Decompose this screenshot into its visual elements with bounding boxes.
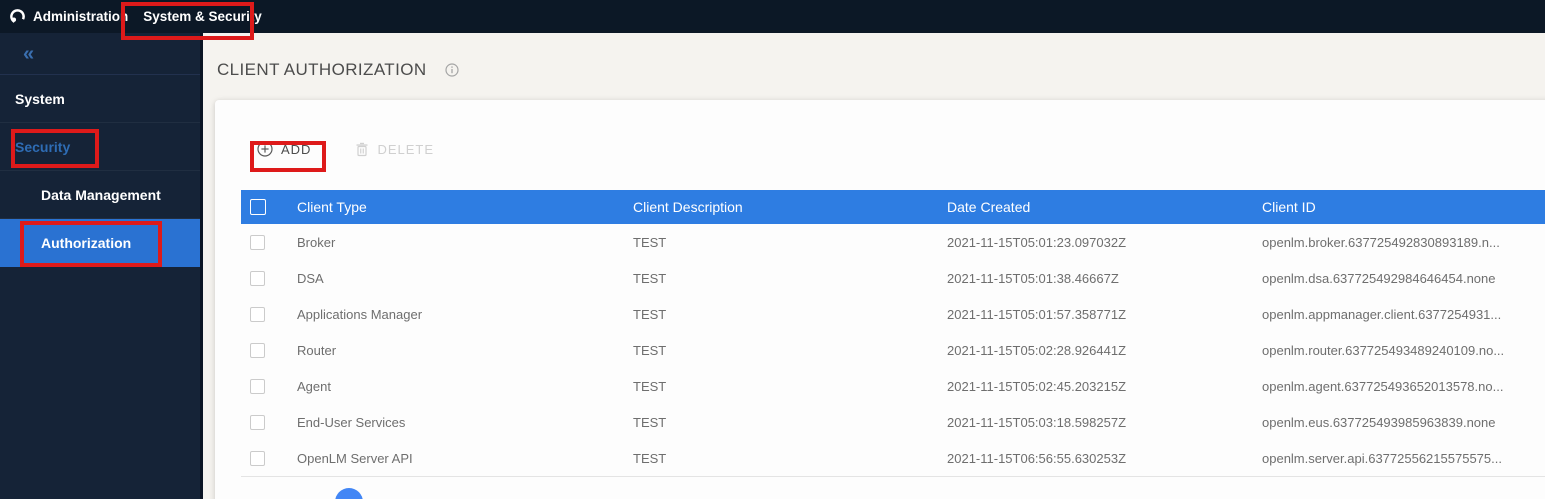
cell-client-description: TEST (633, 343, 947, 358)
cell-date-created: 2021-11-15T05:03:18.598257Z (947, 415, 1262, 430)
cell-client-type: Agent (297, 379, 633, 394)
table-header: Client Type Client Description Date Crea… (241, 190, 1545, 224)
client-table: Client Type Client Description Date Crea… (241, 190, 1545, 477)
top-bar: Administration System & Security (0, 0, 1545, 33)
table-row[interactable]: Broker TEST 2021-11-15T05:01:23.097032Z … (241, 224, 1545, 260)
cell-client-description: TEST (633, 379, 947, 394)
sidebar: « System Security Data Management Author… (0, 33, 203, 499)
column-header-date-created: Date Created (947, 199, 1262, 215)
cell-client-id: openlm.dsa.637725492984646454.none (1262, 271, 1545, 286)
delete-button[interactable]: DELETE (355, 142, 434, 157)
cell-client-type: Applications Manager (297, 307, 633, 322)
row-checkbox[interactable] (250, 451, 265, 466)
cell-date-created: 2021-11-15T05:01:57.358771Z (947, 307, 1262, 322)
row-checkbox[interactable] (250, 343, 265, 358)
sidebar-item-security[interactable]: Security (0, 123, 200, 171)
column-header-client-id: Client ID (1262, 199, 1545, 215)
table-row[interactable]: OpenLM Server API TEST 2021-11-15T06:56:… (241, 440, 1545, 476)
sidebar-item-data-management[interactable]: Data Management (0, 171, 200, 219)
cell-client-description: TEST (633, 235, 947, 250)
sidebar-item-label: Security (15, 139, 70, 155)
table-row[interactable]: End-User Services TEST 2021-11-15T05:03:… (241, 404, 1545, 440)
table-row[interactable]: Applications Manager TEST 2021-11-15T05:… (241, 296, 1545, 332)
app-title[interactable]: Administration (33, 9, 128, 24)
cell-date-created: 2021-11-15T05:02:28.926441Z (947, 343, 1262, 358)
cell-client-type: Router (297, 343, 633, 358)
row-checkbox[interactable] (250, 379, 265, 394)
cell-client-id: openlm.router.637725493489240109.no... (1262, 343, 1545, 358)
cell-client-type: End-User Services (297, 415, 633, 430)
add-button[interactable]: ADD (257, 141, 311, 157)
trash-icon (355, 142, 369, 157)
cell-client-id: openlm.server.api.63772556215575575... (1262, 451, 1545, 466)
cell-client-id: openlm.broker.637725492830893189.n... (1262, 235, 1545, 250)
openlm-logo-icon (9, 8, 26, 25)
sidebar-collapse-row: « (0, 33, 200, 75)
cell-date-created: 2021-11-15T05:02:45.203215Z (947, 379, 1262, 394)
sidebar-item-label: System (15, 91, 65, 107)
cell-client-description: TEST (633, 307, 947, 322)
cell-date-created: 2021-11-15T05:01:23.097032Z (947, 235, 1262, 250)
row-checkbox[interactable] (250, 307, 265, 322)
cell-client-type: OpenLM Server API (297, 451, 633, 466)
toolbar: ADD DELETE (257, 141, 434, 157)
table-row[interactable]: DSA TEST 2021-11-15T05:01:38.46667Z open… (241, 260, 1545, 296)
row-checkbox[interactable] (250, 235, 265, 250)
select-all-checkbox[interactable] (250, 199, 266, 215)
sidebar-item-authorization[interactable]: Authorization (0, 219, 200, 267)
add-button-label: ADD (281, 142, 311, 157)
cell-client-description: TEST (633, 451, 947, 466)
cell-client-id: openlm.agent.637725493652013578.no... (1262, 379, 1545, 394)
topnav-system-security[interactable]: System & Security (143, 9, 262, 24)
plus-circle-icon (257, 141, 273, 157)
sidebar-item-label: Authorization (41, 235, 131, 251)
row-checkbox[interactable] (250, 271, 265, 286)
page-title: CLIENT AUTHORIZATION (217, 60, 427, 80)
cell-date-created: 2021-11-15T05:01:38.46667Z (947, 271, 1262, 286)
content-card: ADD DELETE Client Type Client Descriptio… (215, 100, 1545, 499)
collapse-sidebar-icon[interactable]: « (23, 44, 34, 64)
table-row[interactable]: Router TEST 2021-11-15T05:02:28.926441Z … (241, 332, 1545, 368)
cell-client-id: openlm.appmanager.client.6377254931... (1262, 307, 1545, 322)
cell-client-description: TEST (633, 415, 947, 430)
cell-client-type: DSA (297, 271, 633, 286)
sidebar-item-label: Data Management (41, 187, 161, 203)
cell-client-type: Broker (297, 235, 633, 250)
info-icon[interactable] (445, 63, 459, 77)
column-header-client-type: Client Type (297, 199, 633, 215)
sidebar-item-system[interactable]: System (0, 75, 200, 123)
cell-client-id: openlm.eus.637725493985963839.none (1262, 415, 1545, 430)
cell-date-created: 2021-11-15T06:56:55.630253Z (947, 451, 1262, 466)
delete-button-label: DELETE (377, 142, 434, 157)
cell-client-description: TEST (633, 271, 947, 286)
column-header-client-description: Client Description (633, 199, 947, 215)
table-row[interactable]: Agent TEST 2021-11-15T05:02:45.203215Z o… (241, 368, 1545, 404)
row-checkbox[interactable] (250, 415, 265, 430)
